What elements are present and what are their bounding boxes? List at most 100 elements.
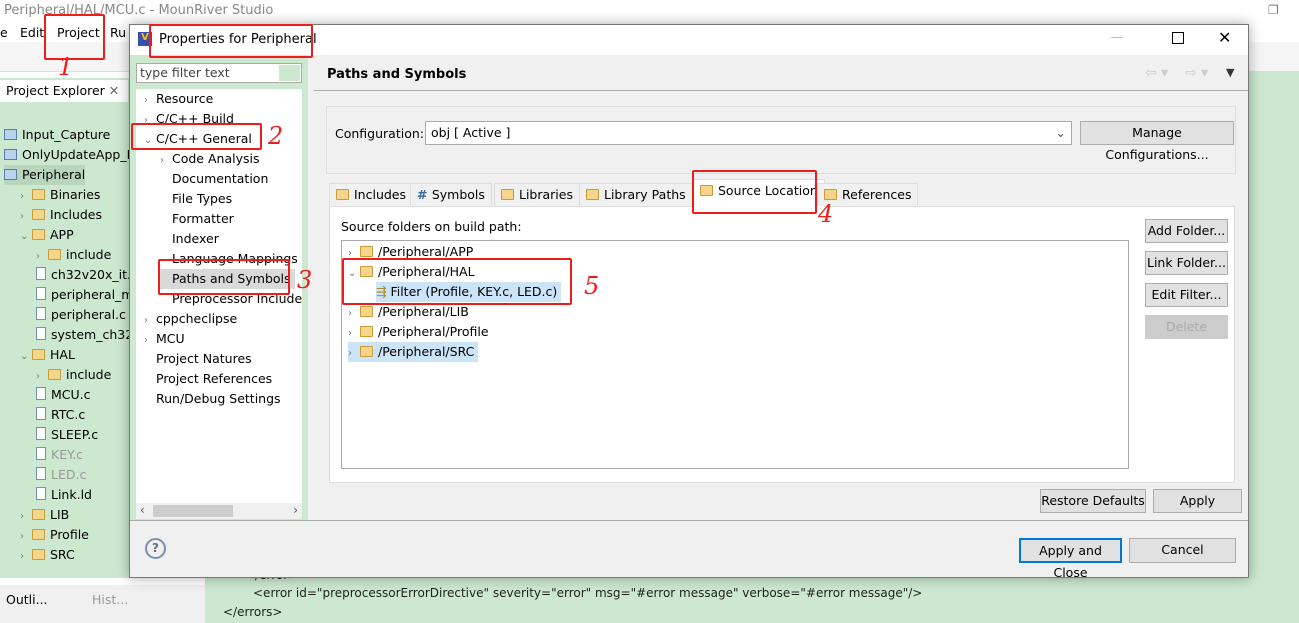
minimize-icon[interactable]: — bbox=[1110, 30, 1123, 45]
chevron-right-icon[interactable]: › bbox=[348, 344, 360, 364]
c-file-icon bbox=[36, 427, 46, 440]
chevron-right-icon[interactable]: › bbox=[20, 507, 32, 527]
tree-item[interactable]: system_ch32 bbox=[36, 325, 133, 345]
horizontal-scrollbar[interactable]: ‹ › bbox=[136, 503, 302, 519]
tab-libraries[interactable]: Libraries bbox=[494, 183, 580, 206]
tree-item[interactable]: › Includes bbox=[20, 205, 102, 225]
tree-item[interactable]: › Profile bbox=[20, 525, 89, 545]
nav-item[interactable]: › Code Analysis bbox=[160, 149, 263, 169]
chevron-down-icon[interactable]: ⌄ bbox=[20, 347, 32, 367]
tree-item[interactable]: › LIB bbox=[20, 505, 69, 525]
delete-button[interactable]: Delete bbox=[1145, 315, 1228, 339]
tab-library-paths[interactable]: Library Paths bbox=[579, 183, 693, 206]
source-item[interactable]: › /Peripheral/Profile bbox=[348, 322, 489, 342]
configuration-select[interactable]: obj [ Active ] ⌄ bbox=[425, 121, 1072, 145]
nav-item[interactable]: Documentation bbox=[160, 169, 272, 189]
nav-item[interactable]: Indexer bbox=[160, 229, 223, 249]
close-icon[interactable]: ✕ bbox=[109, 83, 119, 98]
chevron-right-icon[interactable]: › bbox=[348, 324, 360, 344]
nav-item[interactable]: Run/Debug Settings bbox=[144, 389, 285, 409]
chevron-right-icon[interactable]: › bbox=[144, 311, 156, 331]
chevron-right-icon[interactable]: › bbox=[20, 207, 32, 227]
chevron-right-icon[interactable]: › bbox=[36, 247, 48, 267]
help-icon[interactable]: ? bbox=[145, 538, 166, 559]
folder-icon bbox=[360, 346, 373, 357]
filter-input[interactable]: type filter text bbox=[136, 63, 302, 83]
nav-item[interactable]: Project Natures bbox=[144, 349, 256, 369]
chevron-right-icon[interactable]: › bbox=[144, 331, 156, 351]
nav-forward-icon[interactable]: ⇨ ▾ bbox=[1185, 65, 1208, 81]
project-folder-icon bbox=[4, 129, 17, 140]
annotation-5: 5 bbox=[584, 272, 600, 300]
menu-run[interactable]: Ru bbox=[110, 25, 126, 40]
tree-item[interactable]: ch32v20x_it.c bbox=[36, 265, 138, 285]
tree-item[interactable]: › SRC bbox=[20, 545, 75, 565]
tree-item[interactable]: ⌄ APP bbox=[20, 225, 74, 245]
tree-item[interactable]: Link.ld bbox=[36, 485, 92, 505]
nav-item[interactable]: › MCU bbox=[144, 329, 189, 349]
libraries-icon bbox=[501, 189, 514, 200]
add-folder-button[interactable]: Add Folder... bbox=[1145, 219, 1228, 243]
source-item-label: /Peripheral/APP bbox=[378, 244, 474, 259]
chevron-right-icon[interactable]: › bbox=[20, 527, 32, 547]
nav-item[interactable]: › Resource bbox=[144, 89, 217, 109]
maximize-icon[interactable] bbox=[1172, 32, 1184, 44]
tree-item-label: LIB bbox=[50, 507, 70, 522]
source-item[interactable]: › /Peripheral/LIB bbox=[348, 302, 469, 322]
scroll-thumb[interactable] bbox=[153, 505, 233, 517]
chevron-right-icon[interactable]: › bbox=[36, 367, 48, 387]
apply-and-close-button[interactable]: Apply and Close bbox=[1019, 538, 1122, 580]
tree-item[interactable]: › include bbox=[36, 365, 111, 385]
restore-defaults-button[interactable]: Restore Defaults bbox=[1040, 489, 1146, 513]
tree-item[interactable]: › Binaries bbox=[20, 185, 100, 205]
nav-item[interactable]: › cppcheclipse bbox=[144, 309, 241, 329]
c-file-icon bbox=[36, 387, 46, 400]
menu-edit[interactable]: Edit bbox=[20, 25, 44, 40]
link-folder-button[interactable]: Link Folder... bbox=[1145, 251, 1228, 275]
tree-item[interactable]: SLEEP.c bbox=[36, 425, 98, 445]
chevron-down-icon[interactable]: ⌄ bbox=[20, 227, 32, 247]
scroll-right-icon[interactable]: › bbox=[293, 503, 298, 517]
restore-window-icon[interactable]: ❐ bbox=[1268, 3, 1279, 17]
tree-item[interactable]: Input_Capture bbox=[4, 125, 110, 145]
annotation-box-paths bbox=[158, 259, 290, 295]
tab-symbols[interactable]: # Symbols bbox=[410, 183, 492, 206]
manage-configurations-button[interactable]: Manage Configurations... bbox=[1080, 121, 1234, 162]
chevron-right-icon[interactable]: › bbox=[144, 91, 156, 111]
nav-back-icon[interactable]: ⇦ ▾ bbox=[1145, 65, 1168, 81]
edit-filter-button[interactable]: Edit Filter... bbox=[1145, 283, 1228, 307]
apply-button[interactable]: Apply bbox=[1153, 489, 1242, 513]
tree-item[interactable]: ⌄ HAL bbox=[20, 345, 75, 365]
chevron-right-icon[interactable]: › bbox=[348, 304, 360, 324]
tree-item[interactable]: peripheral_m bbox=[36, 285, 133, 305]
tree-item[interactable]: peripheral.c bbox=[36, 305, 126, 325]
chevron-right-icon[interactable]: › bbox=[160, 151, 172, 171]
tree-item[interactable]: KEY.c bbox=[36, 445, 83, 465]
tab-history[interactable]: Hist... bbox=[92, 592, 128, 607]
tab-label: Libraries bbox=[519, 187, 573, 202]
tab-includes[interactable]: Includes bbox=[329, 183, 414, 206]
close-icon[interactable]: ✕ bbox=[1218, 28, 1231, 47]
tree-item[interactable]: › include bbox=[36, 245, 111, 265]
tab-outline[interactable]: Outli... bbox=[6, 592, 48, 607]
view-menu-icon[interactable]: ▼ bbox=[1226, 66, 1234, 79]
source-item[interactable]: › /Peripheral/SRC bbox=[348, 342, 479, 364]
chevron-right-icon[interactable]: › bbox=[20, 547, 32, 567]
nav-item[interactable]: Formatter bbox=[160, 209, 238, 229]
tree-item[interactable]: MCU.c bbox=[36, 385, 91, 405]
tree-item[interactable]: Peripheral bbox=[4, 165, 86, 185]
tree-item[interactable]: LED.c bbox=[36, 465, 86, 485]
scroll-left-icon[interactable]: ‹ bbox=[140, 503, 145, 517]
c-file-icon bbox=[36, 287, 46, 300]
tree-item[interactable]: RTC.c bbox=[36, 405, 85, 425]
tree-item-label: ch32v20x_it.c bbox=[51, 267, 138, 282]
chevron-right-icon[interactable]: › bbox=[20, 187, 32, 207]
c-file-icon bbox=[36, 407, 46, 420]
nav-item[interactable]: Project References bbox=[144, 369, 276, 389]
tree-item[interactable]: OnlyUpdateApp_P bbox=[4, 145, 134, 165]
c-file-icon bbox=[36, 307, 46, 320]
project-explorer-tab[interactable]: Project Explorer ✕ bbox=[0, 80, 128, 102]
nav-item[interactable]: File Types bbox=[160, 189, 236, 209]
menu-file[interactable]: e bbox=[0, 25, 8, 40]
cancel-button[interactable]: Cancel bbox=[1129, 538, 1236, 563]
